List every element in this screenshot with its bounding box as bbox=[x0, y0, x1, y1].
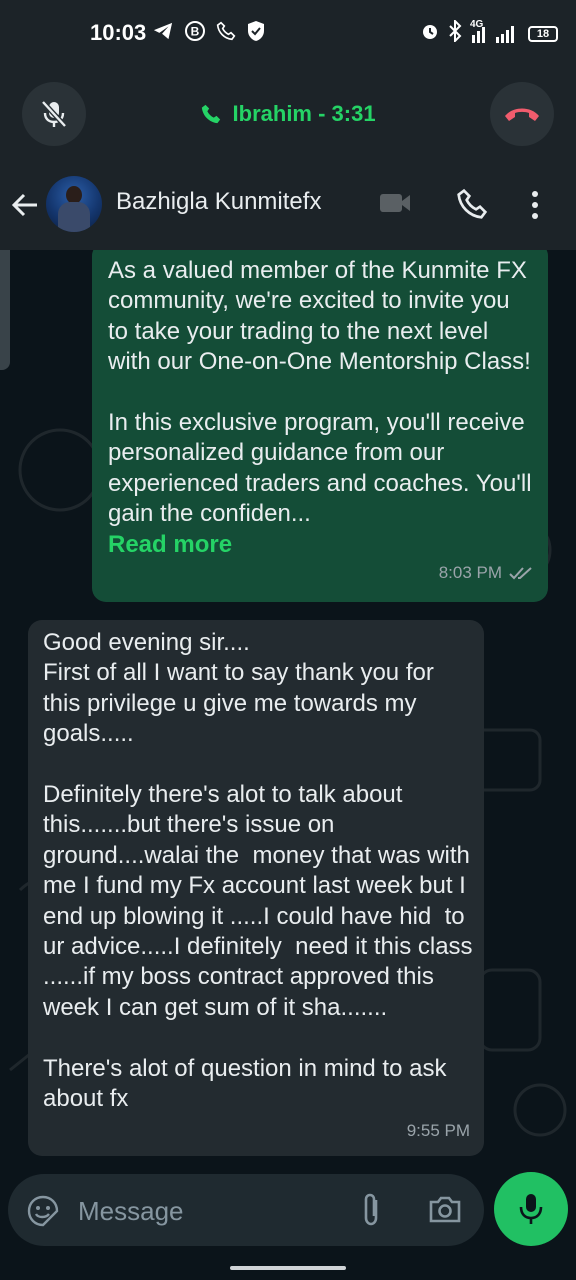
incoming-message-bubble[interactable]: Good evening sir.... First of all I want… bbox=[28, 620, 484, 1156]
battery-icon: 18 bbox=[528, 25, 558, 42]
camera-button[interactable] bbox=[428, 1194, 462, 1229]
status-bar: 10:03 B 4G 18 bbox=[0, 0, 576, 62]
voice-call-button[interactable] bbox=[456, 188, 488, 225]
read-more-link[interactable]: Read more bbox=[108, 531, 232, 558]
attach-button[interactable] bbox=[358, 1192, 384, 1233]
message-meta: 8:03 PM bbox=[439, 558, 534, 588]
chat-header: Bazhigla Kunmitefx bbox=[0, 160, 576, 250]
status-system-icons: 4G 18 bbox=[420, 18, 558, 47]
back-button[interactable] bbox=[10, 190, 40, 225]
message-composer bbox=[0, 1170, 576, 1260]
video-call-button[interactable] bbox=[378, 190, 412, 221]
shield-icon bbox=[246, 20, 266, 47]
network-label: 4G bbox=[470, 18, 484, 30]
video-camera-icon bbox=[380, 194, 410, 212]
message-input[interactable] bbox=[76, 1190, 340, 1232]
contact-avatar[interactable] bbox=[46, 176, 102, 232]
bluetooth-icon bbox=[448, 18, 462, 47]
outgoing-message-bubble[interactable]: As a valued member of the Kunmite FX com… bbox=[92, 250, 548, 602]
emoji-sticker-icon bbox=[27, 1195, 59, 1227]
emoji-button[interactable] bbox=[26, 1194, 60, 1233]
home-indicator[interactable] bbox=[230, 1266, 346, 1270]
more-options-button[interactable] bbox=[530, 190, 540, 225]
alarm-icon bbox=[420, 21, 440, 46]
side-panel-handle[interactable] bbox=[0, 250, 10, 370]
paperclip-icon bbox=[364, 1193, 378, 1226]
caller-name-duration: Ibrahim - 3:31 bbox=[232, 101, 376, 127]
end-call-icon bbox=[505, 108, 539, 121]
phone-icon bbox=[457, 188, 488, 219]
status-notification-icons: B bbox=[152, 20, 266, 47]
double-check-icon bbox=[509, 567, 532, 580]
telegram-icon bbox=[152, 21, 174, 46]
voice-message-button[interactable] bbox=[494, 1172, 568, 1246]
camera-icon bbox=[429, 1196, 461, 1223]
phone-icon bbox=[216, 21, 236, 46]
ongoing-call-banner[interactable]: Ibrahim - 3:31 bbox=[0, 62, 576, 160]
b-badge-icon: B bbox=[184, 20, 206, 47]
message-text: Good evening sir.... First of all I want… bbox=[43, 629, 473, 1113]
signal-icon: 4G bbox=[470, 19, 520, 45]
message-input-container bbox=[8, 1174, 484, 1246]
message-text: As a valued member of the Kunmite FX com… bbox=[108, 257, 532, 558]
status-time: 10:03 bbox=[90, 20, 147, 45]
message-time: 9:55 PM bbox=[406, 1120, 470, 1140]
arrow-left-icon bbox=[11, 193, 37, 217]
chat-area[interactable]: As a valued member of the Kunmite FX com… bbox=[0, 250, 576, 1170]
call-phone-icon bbox=[202, 105, 221, 124]
message-time: 8:03 PM bbox=[438, 562, 502, 582]
contact-name[interactable]: Bazhigla Kunmitefx bbox=[116, 188, 321, 216]
end-call-button[interactable] bbox=[490, 82, 554, 146]
microphone-icon bbox=[519, 1194, 543, 1224]
svg-text:B: B bbox=[191, 25, 200, 39]
more-vertical-icon bbox=[532, 191, 538, 219]
